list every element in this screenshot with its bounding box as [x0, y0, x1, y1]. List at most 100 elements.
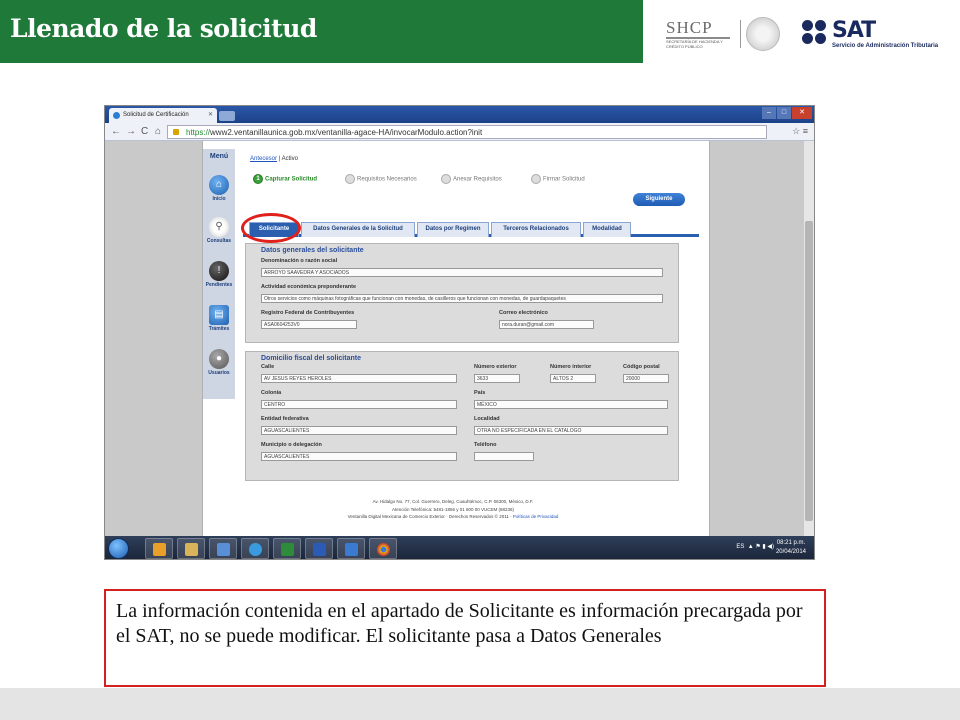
sidebar-item-consultas[interactable]: ⚲ Consultas [203, 217, 235, 244]
privacy-link[interactable]: Políticas de Privacidad [513, 514, 559, 519]
forward-icon[interactable]: → [126, 126, 136, 137]
back-icon[interactable]: ← [111, 126, 121, 137]
word-taskbar-icon[interactable] [305, 538, 333, 559]
activity-label: Actividad económica preponderante [261, 284, 357, 290]
sidebar-item-pendientes[interactable]: ! Pendientes [203, 261, 235, 288]
name-label: Denominación o razón social [261, 258, 338, 264]
general-data-title: Datos generales del solicitante [261, 247, 364, 254]
email-label: Correo electrónico [499, 310, 548, 316]
address-bar[interactable]: https://www2.ventanillaunica.gob.mx/vent… [167, 125, 767, 139]
slide-bottom-strip [0, 688, 960, 720]
sidebar-item-label: Trámites [208, 326, 230, 332]
colonia-label: Colonia [261, 390, 282, 396]
scrollbar-thumb[interactable] [805, 221, 813, 521]
excel-taskbar-icon[interactable] [273, 538, 301, 559]
close-tab-icon[interactable]: ✕ [208, 111, 213, 118]
system-clock[interactable]: 08:21 p.m. 20/04/2014 [776, 539, 806, 557]
sidebar-item-inicio[interactable]: ⌂ Inicio [203, 175, 235, 202]
lync-taskbar-icon[interactable] [337, 538, 365, 559]
next-button[interactable]: Siguiente [633, 193, 685, 206]
magnifier-icon: ⚲ [209, 217, 229, 237]
windows-taskbar: ES ▲ ⚑ ▮ ◀) 08:21 p.m. 20/04/2014 [105, 536, 814, 559]
tab-terceros[interactable]: Terceros Relacionados [491, 222, 581, 237]
wizard-steps: 1 Capturar Solicitud Requisitos Necesario… [253, 174, 673, 188]
rfc-field: ASA0604253V0 [261, 320, 357, 329]
menu-title: Menú [209, 153, 229, 160]
sat-subtitle: Servicio de Administración Tributaria [832, 43, 939, 49]
tab-datos-generales[interactable]: Datos Generales de la Solicitud [301, 222, 415, 237]
sidebar-item-label: Consultas [206, 238, 232, 244]
scrollbar[interactable] [804, 141, 814, 536]
state-label: Entidad federativa [261, 416, 309, 422]
street-label: Calle [261, 364, 275, 370]
lock-icon [173, 129, 179, 135]
zip-label: Código postal [623, 364, 660, 370]
clock-date: 20/04/2014 [775, 549, 806, 555]
step-marker: 1 [253, 174, 263, 184]
state-field: AGUASCALIENTES [261, 426, 457, 435]
browser-tabbar: Solicitud de Certificación ✕ – □ ✕ [105, 106, 814, 123]
email-field: nora.duran@gmail.com [499, 320, 594, 329]
footer-rights: Ventanilla Digital Mexicana de Comercio … [303, 513, 603, 521]
sidebar-item-tramites[interactable]: ▤ Trámites [203, 305, 235, 332]
street-field: AV JESUS REYES HEROLES [261, 374, 457, 383]
step-marker [531, 174, 541, 184]
general-data-panel: Datos generales del solicitante Denomina… [245, 243, 679, 343]
start-button-icon[interactable] [108, 538, 129, 559]
browser-toolbar: ← → C ⌂ https://www2.ventanillaunica.gob… [105, 123, 814, 141]
rfc-label: Registro Federal de Contribuyentes [261, 310, 355, 316]
slide-title: Llenado de la solicitud [10, 14, 317, 43]
sidebar-item-label: Inicio [212, 196, 226, 202]
window-controls: – □ ✕ [761, 107, 812, 120]
sidebar-item-label: Pendientes [205, 282, 233, 288]
alert-icon: ! [209, 261, 229, 281]
logo-divider [740, 20, 741, 48]
breadcrumb-link[interactable]: Antecesor [250, 156, 277, 162]
sat-logo: SAT [832, 18, 876, 43]
browser-viewport: Menú ⌂ Inicio ⚲ Consultas ! Pendientes ▤… [105, 141, 814, 536]
sidebar-item-usuarios[interactable]: ● Usuarios [203, 349, 235, 376]
home-icon: ⌂ [209, 175, 229, 195]
activity-field: Otros servicios como máquinas fotográfic… [261, 294, 663, 303]
step-1: 1 Capturar Solicitud [253, 174, 317, 184]
minimize-icon[interactable]: – [762, 107, 776, 119]
menu-icon[interactable]: ☆ ≡ [792, 126, 808, 137]
language-indicator[interactable]: ES [736, 544, 744, 550]
tab-modalidad[interactable]: Modalidad [583, 222, 631, 237]
reload-icon[interactable]: C [141, 126, 148, 137]
tab-datos-regimen[interactable]: Datos por Regimen [417, 222, 489, 237]
municipality-label: Municipio o delegación [261, 442, 322, 448]
browser-tab-title: Solicitud de Certificación [123, 112, 189, 118]
maximize-icon[interactable]: □ [777, 107, 791, 119]
sat-logo-icon [802, 20, 828, 46]
app-taskbar-icon[interactable] [209, 538, 237, 559]
step-label: Capturar Solicitud [265, 176, 318, 183]
close-window-icon[interactable]: ✕ [792, 107, 812, 119]
ie-taskbar-icon[interactable] [241, 538, 269, 559]
country-field: MÉXICO [474, 400, 668, 409]
chrome-taskbar-icon[interactable] [369, 538, 397, 559]
footer-address: Av. Hidalgo No. 77, Col. Guerrero, Deleg… [372, 499, 534, 504]
address-title: Domicilio fiscal del solicitante [261, 355, 361, 362]
int-number-label: Número interior [550, 364, 592, 370]
web-page: Menú ⌂ Inicio ⚲ Consultas ! Pendientes ▤… [202, 141, 710, 536]
breadcrumb-current: Activo [281, 156, 298, 162]
slide-caption: La información contenida en el apartado … [104, 589, 826, 687]
step-label: Requisitos Necesarios [357, 176, 417, 183]
sidebar-item-label: Usuarios [208, 370, 230, 376]
shcp-logo: SHCP [666, 18, 713, 37]
step-2: Requisitos Necesarios [345, 174, 417, 184]
new-tab-button[interactable] [219, 111, 235, 121]
clock-time: 08:21 p.m. [776, 540, 806, 546]
home-browser-icon[interactable]: ⌂ [155, 126, 161, 137]
breadcrumb: Antecesor | Activo [250, 156, 298, 162]
footer-phone: Atención Telefónica: 5481-1856 y 01 800 … [392, 506, 514, 512]
browser-tab[interactable]: Solicitud de Certificación ✕ [109, 108, 217, 123]
outlook-taskbar-icon[interactable] [145, 538, 173, 559]
explorer-taskbar-icon[interactable] [177, 538, 205, 559]
colonia-field: CENTRO [261, 400, 457, 409]
shcp-subtitle: SECRETARÍA DE HACIENDA Y CRÉDITO PÚBLICO [666, 39, 723, 49]
locality-field: OTRA NO ESPECIFICADA EN EL CATALOGO [474, 426, 668, 435]
country-label: País [474, 390, 486, 396]
footer-rights-text: Ventanilla Digital Mexicana de Comercio … [347, 514, 513, 519]
